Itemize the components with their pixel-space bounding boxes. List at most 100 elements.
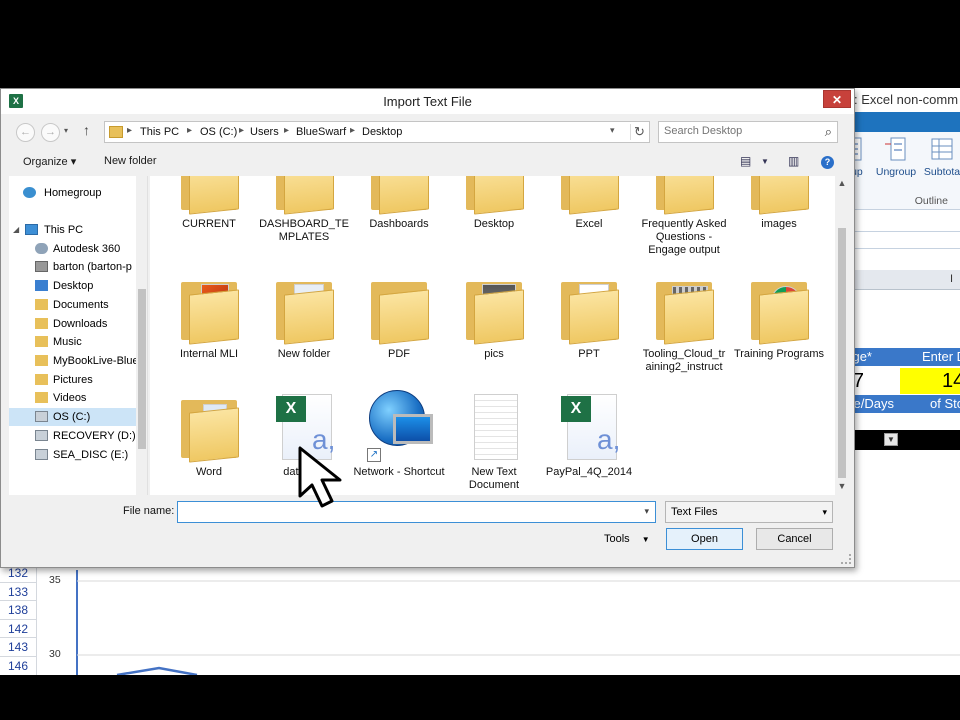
scroll-up-icon[interactable]: ▲ bbox=[835, 178, 849, 188]
nav-item-downloads[interactable]: Downloads bbox=[9, 315, 137, 333]
file-item-folder[interactable]: DASHBOARD_TE MPLATES bbox=[258, 176, 350, 244]
breadcrumb-chevron-icon[interactable]: ▸ bbox=[127, 125, 132, 136]
nav-pane-scrollbar[interactable] bbox=[136, 176, 147, 495]
open-button[interactable]: Open bbox=[666, 528, 743, 550]
nav-item-this-pc[interactable]: This PC bbox=[9, 221, 137, 239]
nav-item-label: Pictures bbox=[53, 374, 93, 386]
file-item-folder[interactable]: pics bbox=[448, 272, 540, 361]
preview-pane-icon[interactable]: ▥ bbox=[788, 154, 799, 168]
change-view-icon[interactable]: ▤ bbox=[740, 154, 751, 168]
breadcrumb-users[interactable]: Users bbox=[250, 126, 279, 138]
forward-button[interactable]: → bbox=[41, 123, 60, 142]
file-item-folder[interactable]: Internal MLI bbox=[163, 272, 255, 361]
file-item-folder[interactable]: CURRENT bbox=[163, 176, 255, 231]
breadcrumb-chevron-icon[interactable]: ▸ bbox=[239, 125, 244, 136]
cell-header-right[interactable]: Enter D bbox=[900, 348, 960, 366]
breadcrumb-this-pc[interactable]: This PC bbox=[140, 126, 179, 138]
filter-dropdown-icon[interactable]: ▼ bbox=[884, 433, 898, 446]
cell-value-left[interactable]: 7 bbox=[850, 368, 900, 394]
nav-item-network-drive[interactable]: barton (barton-p bbox=[9, 258, 137, 276]
file-item-folder[interactable]: Training Programs bbox=[733, 272, 825, 361]
file-name-input[interactable] bbox=[181, 505, 621, 517]
music-folder-icon bbox=[35, 336, 48, 347]
subtotal-button[interactable]: Subtota bbox=[920, 136, 960, 178]
file-item-folder[interactable]: Excel bbox=[543, 176, 635, 231]
nav-item-videos[interactable]: Videos bbox=[9, 389, 137, 407]
search-box[interactable]: ⌕ bbox=[658, 121, 838, 143]
computer-icon bbox=[25, 224, 38, 235]
breadcrumb-chevron-icon[interactable]: ▸ bbox=[350, 125, 355, 136]
excel-chart[interactable]: 35 30 bbox=[36, 564, 960, 675]
nav-item-mybooklive[interactable]: MyBookLive-Blue bbox=[9, 352, 137, 370]
scrollbar-thumb[interactable] bbox=[138, 289, 146, 449]
file-item-excel-text[interactable]: X a, PayPal_4Q_2014 bbox=[543, 390, 635, 479]
file-item-folder[interactable]: Tooling_Cloud_tr aining2_instruct bbox=[638, 272, 730, 374]
file-item-label: Dashboards bbox=[369, 218, 429, 230]
file-name-dropdown-icon[interactable]: ▾ bbox=[644, 506, 649, 517]
nav-item-homegroup[interactable]: Homegroup bbox=[9, 184, 137, 202]
cell-header-left[interactable]: ge* bbox=[850, 348, 900, 366]
file-item-folder[interactable]: images bbox=[733, 176, 825, 231]
cell-sub-left[interactable]: e/Days bbox=[850, 395, 900, 413]
resize-grip[interactable] bbox=[841, 554, 851, 564]
search-input[interactable] bbox=[664, 125, 814, 137]
nav-item-documents[interactable]: Documents bbox=[9, 296, 137, 314]
refresh-icon[interactable]: ↻ bbox=[630, 124, 648, 140]
recent-locations-chevron-icon[interactable]: ▾ bbox=[64, 126, 68, 135]
dialog-title: Import Text File bbox=[383, 94, 472, 109]
back-button[interactable]: ← bbox=[16, 123, 35, 142]
nav-item-autodesk-360[interactable]: Autodesk 360 bbox=[9, 240, 137, 258]
file-item-text-document[interactable]: New Text Document bbox=[448, 390, 540, 492]
address-bar[interactable]: ▸ This PC ▸ OS (C:) ▸ Users ▸ BlueSwarf … bbox=[104, 121, 650, 143]
scroll-down-icon[interactable]: ▼ bbox=[835, 481, 849, 491]
row-number[interactable]: 146 bbox=[0, 656, 36, 675]
breadcrumb-chevron-icon[interactable]: ▸ bbox=[187, 125, 192, 136]
file-item-folder[interactable]: Word bbox=[163, 390, 255, 479]
cancel-button[interactable]: Cancel bbox=[756, 528, 833, 550]
ungroup-button[interactable]: Ungroup bbox=[874, 136, 918, 178]
file-item-folder[interactable]: PDF bbox=[353, 272, 445, 361]
row-number[interactable]: 138 bbox=[0, 601, 36, 620]
nav-item-label: MyBookLive-Blue bbox=[53, 355, 137, 367]
nav-item-os-c[interactable]: OS (C:) bbox=[9, 408, 137, 426]
file-item-folder[interactable]: PPT bbox=[543, 272, 635, 361]
help-icon[interactable]: ? bbox=[821, 156, 834, 169]
scrollbar-thumb[interactable] bbox=[838, 228, 846, 478]
formula-bar[interactable] bbox=[850, 231, 960, 249]
nav-item-label: Homegroup bbox=[44, 187, 102, 199]
file-type-filter[interactable]: Text Files ▾ bbox=[665, 501, 833, 523]
file-type-value: Text Files bbox=[671, 506, 718, 518]
nav-item-pictures[interactable]: Pictures bbox=[9, 371, 137, 389]
downloads-folder-icon bbox=[35, 318, 48, 329]
breadcrumb-user[interactable]: BlueSwarf bbox=[296, 126, 346, 138]
nav-item-recovery-d[interactable]: RECOVERY (D:) bbox=[9, 427, 137, 445]
breadcrumb-desktop[interactable]: Desktop bbox=[362, 126, 402, 138]
search-icon[interactable]: ⌕ bbox=[825, 124, 832, 140]
breadcrumb-chevron-icon[interactable]: ▸ bbox=[284, 125, 289, 136]
file-item-folder[interactable]: Dashboards bbox=[353, 176, 445, 231]
nav-item-music[interactable]: Music bbox=[9, 333, 137, 351]
row-number[interactable]: 143 bbox=[0, 638, 36, 657]
file-item-folder[interactable]: Frequently Asked Questions - Engage outp… bbox=[638, 176, 730, 257]
up-button[interactable]: ↑ bbox=[83, 122, 90, 138]
file-item-folder[interactable]: New folder bbox=[258, 272, 350, 361]
file-list-scrollbar[interactable]: ▲ ▼ bbox=[835, 176, 849, 495]
row-number[interactable]: 142 bbox=[0, 619, 36, 639]
cell-value-right[interactable]: 14 bbox=[900, 368, 960, 394]
nav-item-sea-disc-e[interactable]: SEA_DISC (E:) bbox=[9, 446, 137, 464]
close-button[interactable]: ✕ bbox=[823, 90, 851, 108]
organize-button[interactable]: Organize ▾ bbox=[23, 155, 76, 168]
folder-icon bbox=[458, 176, 530, 215]
tools-button[interactable]: Tools ▼ bbox=[604, 533, 650, 545]
new-folder-button[interactable]: New folder bbox=[104, 155, 157, 167]
nav-item-label: Downloads bbox=[53, 318, 108, 330]
breadcrumb-os-c[interactable]: OS (C:) bbox=[200, 126, 237, 138]
address-dropdown-icon[interactable]: ▾ bbox=[610, 125, 615, 136]
file-item-folder[interactable]: Desktop bbox=[448, 176, 540, 231]
cell-sub-right[interactable]: of Sto bbox=[900, 395, 960, 413]
row-number[interactable]: 133 bbox=[0, 582, 36, 602]
file-name-field[interactable]: ▾ bbox=[177, 501, 656, 523]
dialog-titlebar[interactable]: X Import Text File ✕ bbox=[1, 89, 854, 114]
view-dropdown-icon[interactable]: ▼ bbox=[761, 157, 769, 166]
nav-item-desktop[interactable]: Desktop bbox=[9, 277, 137, 295]
